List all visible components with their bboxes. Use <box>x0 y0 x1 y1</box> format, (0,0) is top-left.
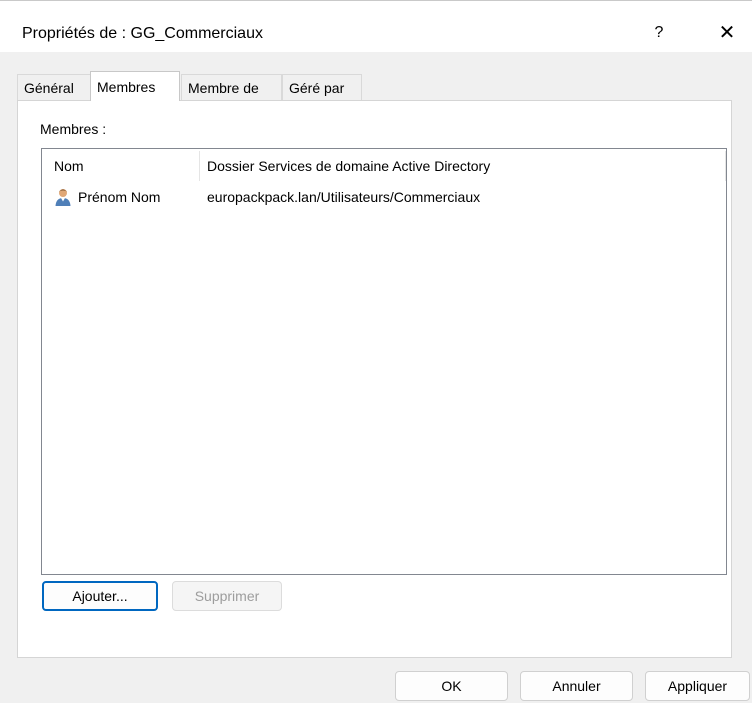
close-button[interactable]: ✕ <box>713 19 741 47</box>
tab-membres[interactable]: Membres <box>90 71 180 101</box>
apply-button[interactable]: Appliquer <box>645 671 750 701</box>
tab-strip: Général Membres Membre de Géré par <box>17 71 717 101</box>
window-title: Propriétés de : GG_Commerciaux <box>22 25 263 42</box>
column-header-nom[interactable]: Nom <box>54 149 84 181</box>
tab-gere-par[interactable]: Géré par <box>282 74 362 100</box>
cancel-button[interactable]: Annuler <box>520 671 633 701</box>
tab-general[interactable]: Général <box>17 74 92 100</box>
tab-panel-membres: Membres : Nom Dossier Services de domain… <box>17 100 732 658</box>
column-header-folder[interactable]: Dossier Services de domaine Active Direc… <box>207 149 490 181</box>
tab-membre-de[interactable]: Membre de <box>181 74 282 100</box>
user-icon <box>55 189 71 206</box>
list-header: Nom Dossier Services de domaine Active D… <box>42 149 726 181</box>
ok-button[interactable]: OK <box>395 671 508 701</box>
help-button[interactable]: ? <box>645 19 673 47</box>
member-folder: europackpack.lan/Utilisateurs/Commerciau… <box>207 189 481 205</box>
member-name: Prénom Nom <box>78 189 161 205</box>
members-label: Membres : <box>40 121 107 137</box>
column-divider[interactable] <box>199 151 200 181</box>
members-list[interactable]: Nom Dossier Services de domaine Active D… <box>41 148 727 575</box>
title-bar: Propriétés de : GG_Commerciaux ? ✕ <box>0 0 752 52</box>
remove-button[interactable]: Supprimer <box>172 581 282 611</box>
column-divider[interactable] <box>725 151 726 181</box>
add-button[interactable]: Ajouter... <box>42 581 158 611</box>
list-item[interactable]: Prénom Nom europackpack.lan/Utilisateurs… <box>42 185 726 209</box>
